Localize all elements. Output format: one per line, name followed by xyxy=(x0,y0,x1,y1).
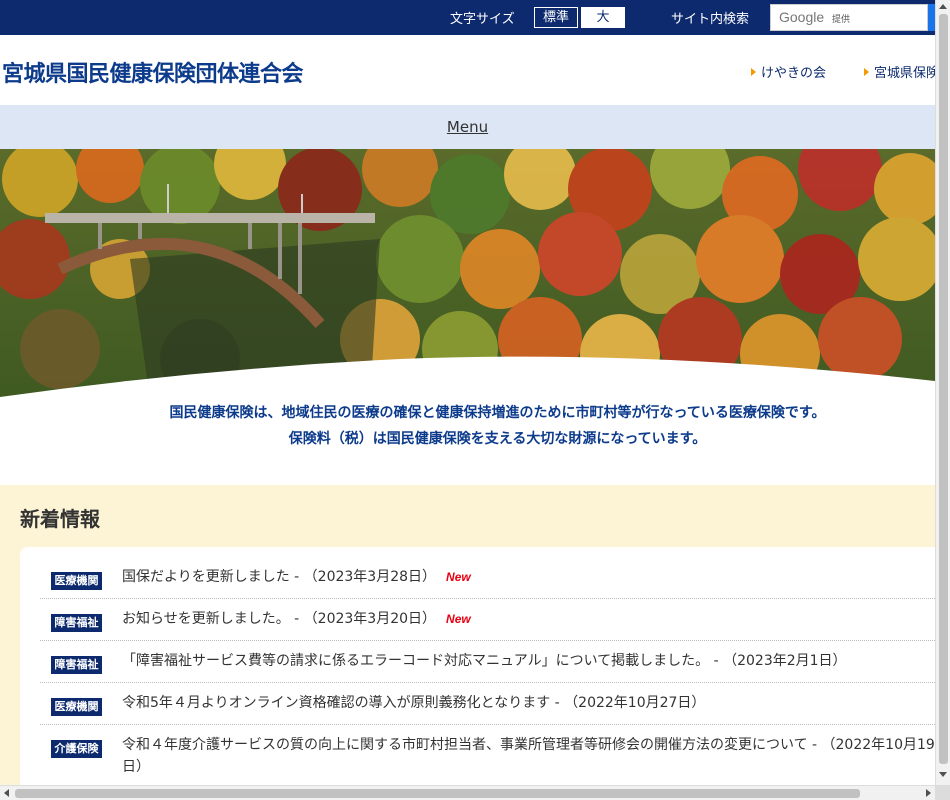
news-item-text[interactable]: 国保だよりを更新しました - （2023年3月28日） New xyxy=(122,566,935,588)
news-item-title[interactable]: 令和5年４月よりオンライン資格確認の導入が原則義務化となります - （2022年… xyxy=(122,692,935,714)
arrow-right-icon xyxy=(864,68,869,76)
category-badge: 医療機関 xyxy=(51,698,102,716)
news-item-title[interactable]: お知らせを更新しました。 - （2023年3月20日） xyxy=(122,611,436,627)
news-item-title[interactable]: 「障害福祉サービス費等の請求に係るエラーコード対応マニュアル」について掲載しまし… xyxy=(122,650,935,672)
new-badge: New xyxy=(446,570,471,584)
header-link-label: けやきの会 xyxy=(761,66,827,81)
menu-bar: Menu xyxy=(0,105,935,149)
vertical-scroll-thumb[interactable] xyxy=(939,14,948,764)
site-search-label: サイト内検索 xyxy=(671,12,750,27)
news-section: 新着情報 医療機関 国保だよりを更新しました - （2023年3月28日） New… xyxy=(0,485,935,800)
scroll-down-icon[interactable] xyxy=(939,772,947,777)
header-link-label: 宮城県保険 xyxy=(874,66,935,81)
scroll-right-icon[interactable] xyxy=(926,789,931,797)
header-link-miyagi[interactable]: 宮城県保険 xyxy=(864,62,935,81)
news-item[interactable]: 医療機関 国保だよりを更新しました - （2023年3月28日） New xyxy=(40,557,935,599)
intro-text-line2: 保険料（税）は国民健康保険を支える大切な財源になっています。 xyxy=(288,431,707,447)
scroll-up-icon[interactable] xyxy=(939,4,947,9)
vertical-scrollbar[interactable] xyxy=(935,0,950,785)
news-item-title[interactable]: 国保だよりを更新しました - （2023年3月28日） xyxy=(122,569,436,585)
font-size-large-button[interactable]: 大 xyxy=(581,7,625,28)
font-size-standard-button[interactable]: 標準 xyxy=(534,7,578,28)
search-input[interactable]: Google 提供 xyxy=(770,4,928,31)
news-item[interactable]: 介護保険 令和４年度介護サービスの質の向上に関する市町村担当者、事業所管理者等研… xyxy=(40,725,935,785)
autumn-bridge-photo xyxy=(0,149,935,399)
news-item[interactable]: 医療機関 令和5年４月よりオンライン資格確認の導入が原則義務化となります - （… xyxy=(40,683,935,725)
news-list: 医療機関 国保だよりを更新しました - （2023年3月28日） New 障害福祉… xyxy=(20,547,935,800)
category-badge: 障害福祉 xyxy=(51,656,102,674)
category-badge: 医療機関 xyxy=(51,572,102,590)
news-item-title[interactable]: 令和４年度介護サービスの質の向上に関する市町村担当者、事業所管理者等研修会の開催… xyxy=(122,734,935,778)
news-item[interactable]: 障害福祉 「障害福祉サービス費等の請求に係るエラーコード対応マニュアル」について… xyxy=(40,641,935,683)
scroll-left-icon[interactable] xyxy=(4,789,9,797)
google-logo-text: Google xyxy=(779,9,825,25)
hero-image xyxy=(0,149,935,399)
search-button[interactable] xyxy=(928,4,935,31)
search-provided-label: 提供 xyxy=(832,15,851,25)
menu-button[interactable]: Menu xyxy=(0,118,935,136)
header-link-keyaki[interactable]: けやきの会 xyxy=(751,62,826,81)
intro-section: 国民健康保険は、地域住民の医療の確保と健康保持増進のために市町村等が行なっている… xyxy=(0,399,935,485)
category-badge: 障害福祉 xyxy=(51,614,102,632)
category-badge: 介護保険 xyxy=(51,740,102,758)
font-size-label: 文字サイズ xyxy=(450,12,515,27)
site-title[interactable]: 宮城県国民健康保険団体連合会 xyxy=(2,56,304,88)
arrow-right-icon xyxy=(751,68,756,76)
news-item[interactable]: 障害福祉 お知らせを更新しました。 - （2023年3月20日） New xyxy=(40,599,935,641)
new-badge: New xyxy=(446,612,471,626)
site-header: 宮城県国民健康保険団体連合会 けやきの会 宮城県保険 xyxy=(0,35,935,105)
news-item-text[interactable]: お知らせを更新しました。 - （2023年3月20日） New xyxy=(122,608,935,630)
horizontal-scroll-thumb[interactable] xyxy=(15,789,860,798)
horizontal-scrollbar[interactable] xyxy=(0,785,935,800)
news-heading: 新着情報 xyxy=(20,507,100,531)
scrollbar-corner xyxy=(935,785,950,800)
intro-text-line1: 国民健康保険は、地域住民の医療の確保と健康保持増進のために市町村等が行なっている… xyxy=(169,405,826,421)
top-utility-bar: 文字サイズ 標準 大 サイト内検索 Google 提供 xyxy=(0,0,935,35)
